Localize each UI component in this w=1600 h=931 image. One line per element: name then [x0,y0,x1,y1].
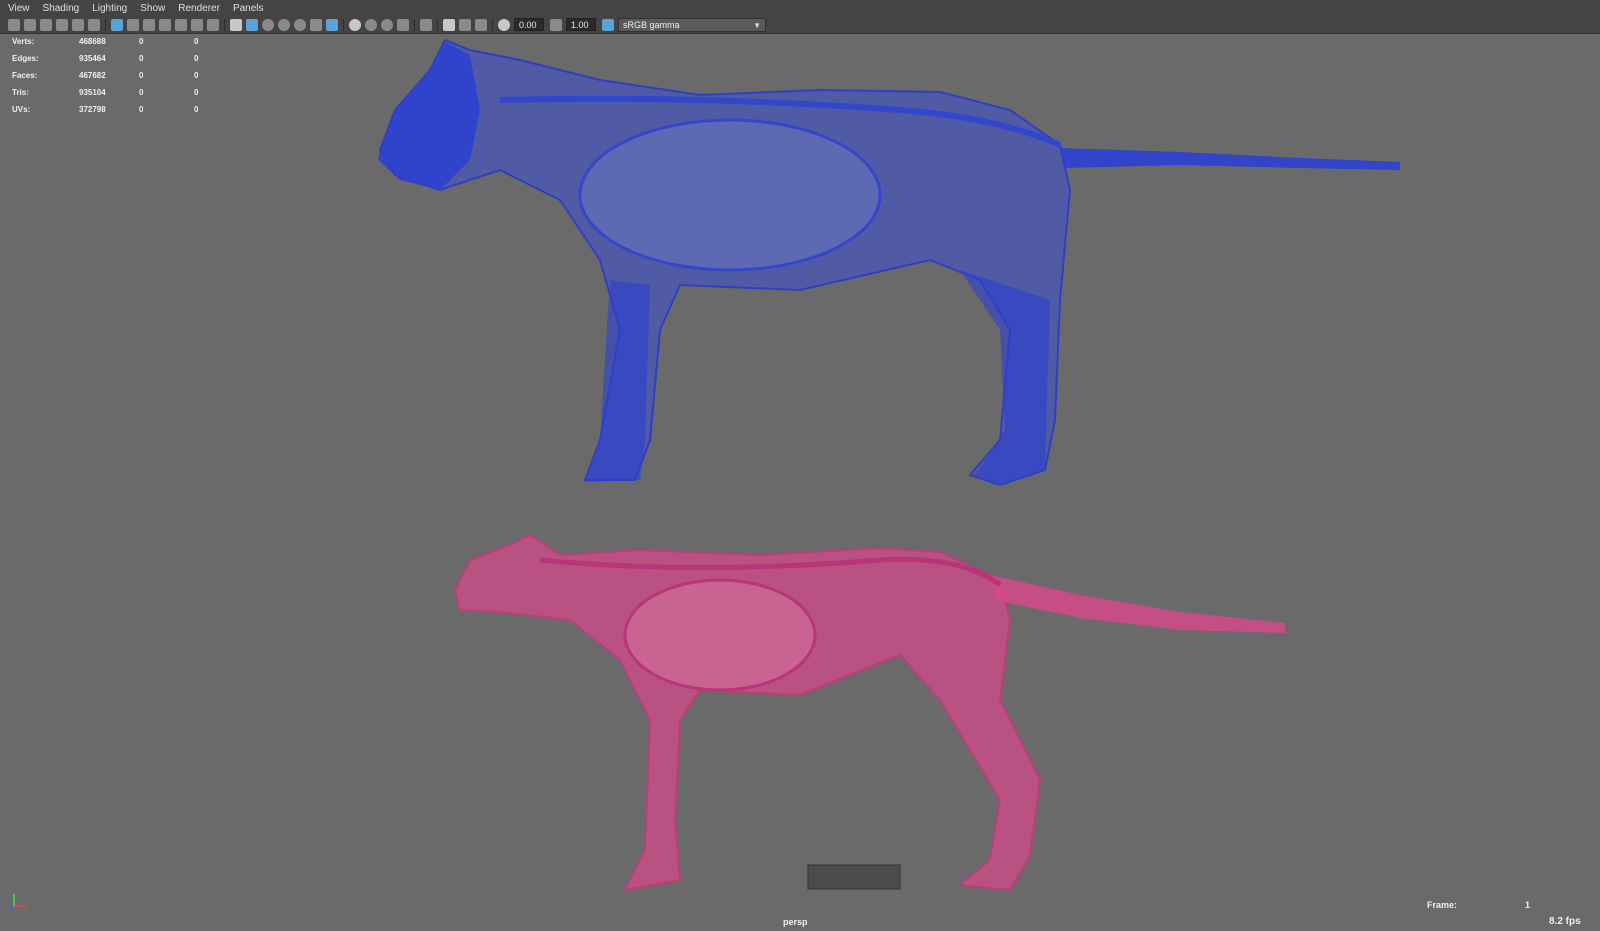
poly-count-hud: Verts: 468688 0 0 Edges: 935464 0 0 Face… [12,33,214,118]
hud-row-tris: Tris: 935104 0 0 [12,84,214,101]
hud-value: 935104 [79,88,106,97]
hud-value: 0 [194,105,199,114]
hud-value: 935464 [79,54,106,63]
hud-value: 0 [194,88,199,97]
frame-label: Frame: [1427,900,1458,910]
hud-value: 0 [139,105,144,114]
menu-panels[interactable]: Panels [233,3,264,14]
camera-attributes-icon[interactable] [24,18,36,31]
hud-label: Tris: [12,88,29,97]
menu-shading[interactable]: Shading [43,3,80,14]
pink-tiger-tail [990,575,1285,633]
hud-label: Edges: [12,54,39,63]
camera-sequence-icon[interactable] [459,18,471,31]
xray-joints-icon[interactable] [294,18,306,31]
hud-value: 0 [194,54,199,63]
textured-icon[interactable] [310,18,322,31]
hud-value: 0 [194,37,199,46]
viewport-toolbar: 0.00 1.00 sRGB gamma ▼ [0,16,1600,34]
view-axis-icon [9,894,26,911]
safe-action-icon[interactable] [191,18,203,31]
hud-row-verts: Verts: 468688 0 0 [12,33,214,50]
hud-value: 467682 [79,71,106,80]
image-plane-icon[interactable] [56,18,68,31]
viewport-3d-scene[interactable] [0,34,1600,931]
blue-tiger-ribcage [578,118,882,272]
smooth-shade-icon[interactable] [246,18,258,31]
chevron-down-icon: ▼ [753,20,761,30]
hud-value: 0 [139,37,144,46]
select-camera-icon[interactable] [8,18,20,31]
gate-mask-icon[interactable] [159,18,171,31]
default-material-icon[interactable] [262,18,274,31]
xray-active-icon[interactable] [443,18,455,31]
toolbar-separator [343,18,344,31]
hud-value: 0 [139,71,144,80]
toolbar-separator [492,18,493,31]
two-d-pan-icon[interactable] [72,18,84,31]
menu-show[interactable]: Show [140,3,165,14]
exposure-icon[interactable] [498,18,510,31]
blue-tiger-tail [1060,148,1400,170]
blue-tiger-model [378,38,1400,487]
hud-value: 0 [194,71,199,80]
resolution-gate-icon[interactable] [143,18,155,31]
menu-view[interactable]: View [8,3,30,14]
hud-row-edges: Edges: 935464 0 0 [12,50,214,67]
hud-label: Verts: [12,37,35,46]
hud-label: UVs: [12,105,31,114]
hud-value: 372798 [79,105,106,114]
toolbar-separator [224,18,225,31]
screen-space-ao-icon[interactable] [365,18,377,31]
toolbar-separator [105,18,106,31]
toolbar-separator [437,18,438,31]
hud-row-faces: Faces: 467682 0 0 [12,67,214,84]
motion-blur-icon[interactable] [381,18,393,31]
xray-icon[interactable] [278,18,290,31]
viewport-menu-bar: View Shading Lighting Show Renderer Pane… [0,0,1600,16]
gamma-field[interactable]: 1.00 [566,18,596,31]
anti-aliasing-icon[interactable] [397,18,409,31]
hud-row-uvs: UVs: 372798 0 0 [12,101,214,118]
color-management-icon[interactable] [602,18,614,31]
fps-readout: 8.2 fps [1549,916,1581,927]
zoom-fit-icon[interactable] [475,18,487,31]
wireframe-icon[interactable] [230,18,242,31]
frame-value: 1 [1525,900,1531,910]
hud-label: Faces: [12,71,38,80]
grease-pencil-icon[interactable] [88,18,100,31]
camera-name: persp [783,917,808,927]
view-transform-select[interactable]: sRGB gamma ▼ [618,17,766,32]
film-gate-icon[interactable] [127,18,139,31]
shadows-icon[interactable] [349,18,361,31]
bookmark-icon[interactable] [40,18,52,31]
view-transform-value: sRGB gamma [623,19,680,30]
use-all-lights-icon[interactable] [326,18,338,31]
ground-grid [807,864,901,890]
hud-value: 468688 [79,37,106,46]
safe-title-icon[interactable] [207,18,219,31]
menu-renderer[interactable]: Renderer [178,3,220,14]
field-chart-icon[interactable] [175,18,187,31]
hud-value: 0 [139,54,144,63]
pink-tiger-ribcage [623,578,817,692]
exposure-field[interactable]: 0.00 [514,18,544,31]
blue-tiger-hind-leg [960,270,1050,485]
grid-icon[interactable] [111,18,123,31]
menu-lighting[interactable]: Lighting [92,3,127,14]
isolate-select-icon[interactable] [420,18,432,31]
gamma-icon[interactable] [550,18,562,31]
hud-value: 0 [139,88,144,97]
pink-tiger-model [453,533,1285,892]
toolbar-separator [414,18,415,31]
